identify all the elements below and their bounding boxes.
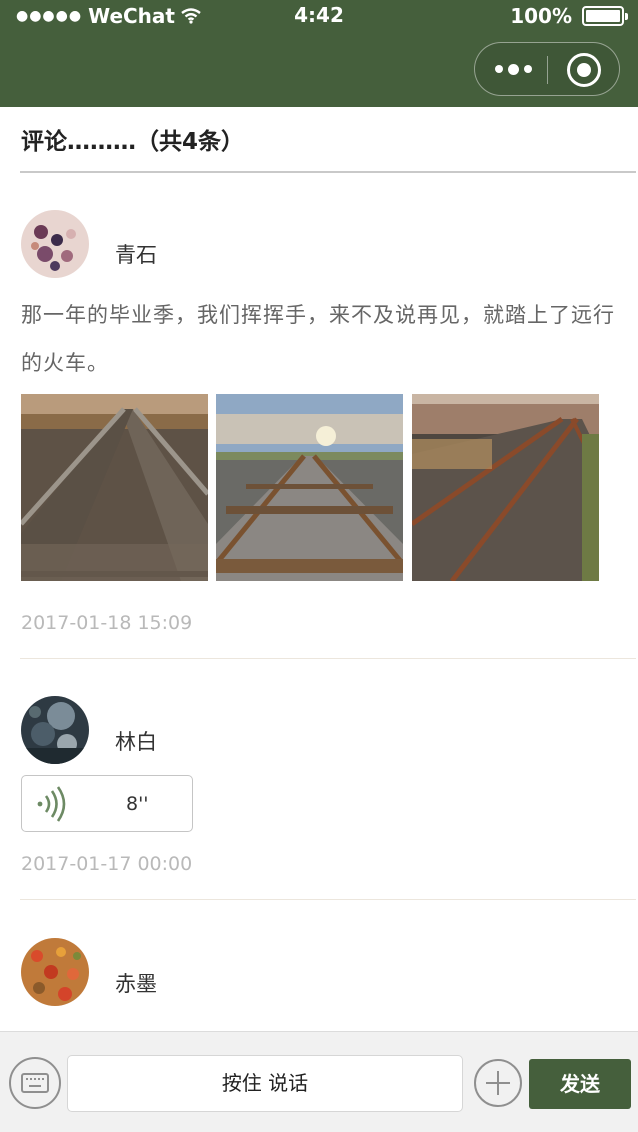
voice-wave-icon [37,786,66,822]
voice-duration: 8'' [126,793,149,815]
plus-icon[interactable] [474,1059,522,1107]
input-bar: 按住 说话 发送 [0,1031,638,1132]
hold-to-talk-button[interactable]: 按住 说话 [67,1055,463,1112]
avatar[interactable] [21,938,89,1006]
comment-date: 2017-01-18 15:09 [21,612,193,634]
comment-image[interactable] [412,394,599,581]
battery-percent: 100% [510,4,572,28]
page-title: 评论………（共4条） [21,129,245,155]
send-button[interactable]: 发送 [529,1059,631,1109]
comment-divider [20,899,636,900]
comment-date: 2017-01-17 00:00 [21,853,193,875]
comment-text: 那一年的毕业季，我们挥挥手，来不及说再见，就踏上了远行的火车。 [21,303,615,375]
capsule-divider [547,56,548,84]
keyboard-icon[interactable] [9,1057,61,1109]
more-icon[interactable] [493,57,533,81]
comment-image[interactable] [216,394,403,581]
user-name: 青石 [115,243,157,267]
battery-icon [582,6,628,26]
top-bar: ●●●●● WeChat 4:42 100% [0,0,638,107]
user-name: 赤墨 [115,972,157,996]
voice-message[interactable]: 8'' [21,775,193,832]
avatar[interactable] [21,696,89,764]
close-circle-icon[interactable] [567,53,601,87]
comment-divider [20,658,636,659]
header-divider [20,171,636,173]
status-bar: ●●●●● WeChat 4:42 100% [0,0,638,34]
avatar[interactable] [21,210,89,278]
comment-image[interactable] [21,394,208,581]
battery-group: 100% [510,4,628,28]
user-name: 林白 [115,730,157,754]
menu-capsule [474,42,620,96]
